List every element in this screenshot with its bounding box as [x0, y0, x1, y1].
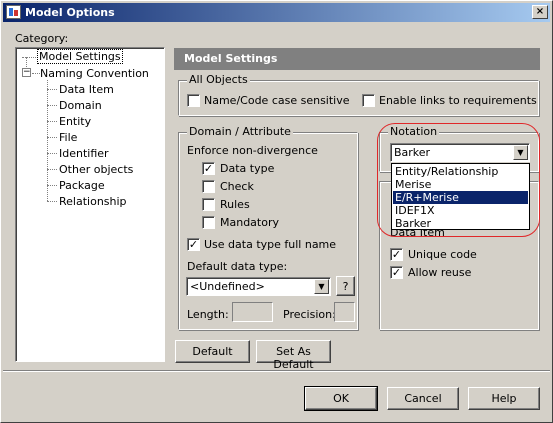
annotation-circle — [377, 123, 540, 237]
enable-links-label: Enable links to requirements — [379, 94, 537, 107]
length-label: Length: — [187, 308, 229, 321]
precision-label: Precision: — [283, 308, 336, 321]
unique-code-label: Unique code — [408, 248, 477, 261]
tree-connector — [22, 57, 36, 58]
length-field[interactable] — [232, 302, 273, 322]
use-full-name-label: Use data type full name — [204, 238, 337, 251]
name-code-case-checkbox[interactable] — [187, 94, 200, 107]
default-data-type-value: <Undefined> — [190, 280, 265, 293]
tree-item-other-objects[interactable]: Other objects — [59, 163, 133, 176]
help-button[interactable]: Help — [468, 387, 540, 410]
mandatory-label: Mandatory — [220, 216, 280, 229]
tree-connector — [47, 121, 57, 122]
chevron-down-icon[interactable]: ▼ — [314, 279, 329, 294]
title-bar: Model Options × — [3, 3, 550, 22]
allow-reuse-label: Allow reuse — [408, 266, 472, 279]
tree-item-relationship[interactable]: Relationship — [59, 195, 127, 208]
category-label: Category: — [15, 32, 69, 45]
enable-links-checkbox[interactable] — [362, 94, 375, 107]
tree-connector — [47, 137, 57, 138]
tree-connector — [47, 89, 57, 90]
tree-item-data-item[interactable]: Data Item — [59, 83, 114, 96]
page-title: Model Settings — [174, 48, 540, 70]
enforce-non-divergence-label: Enforce non-divergence — [187, 144, 318, 157]
allow-reuse-checkbox[interactable]: ✓ — [390, 266, 403, 279]
tree-item-model-settings[interactable]: Model Settings — [37, 49, 123, 64]
tree-item-file[interactable]: File — [59, 131, 77, 144]
unique-code-checkbox[interactable]: ✓ — [390, 248, 403, 261]
default-data-type-select[interactable]: <Undefined> ▼ — [186, 277, 331, 296]
collapse-icon[interactable]: − — [22, 68, 31, 77]
tree-item-domain[interactable]: Domain — [59, 99, 102, 112]
app-icon — [6, 5, 21, 19]
tree-item-identifier[interactable]: Identifier — [59, 147, 109, 160]
model-options-dialog: Model Options × Category: Model Settings… — [0, 0, 553, 423]
precision-field[interactable] — [334, 302, 355, 322]
ok-button[interactable]: OK — [304, 386, 378, 411]
rules-checkbox[interactable] — [202, 198, 215, 211]
tree-connector — [47, 169, 57, 170]
check-checkbox[interactable] — [202, 180, 215, 193]
tree-item-entity[interactable]: Entity — [59, 115, 91, 128]
tree-connector — [32, 73, 40, 74]
default-button[interactable]: Default — [175, 340, 250, 363]
check-label: Check — [220, 180, 254, 193]
cancel-button[interactable]: Cancel — [387, 387, 459, 410]
all-objects-title: All Objects — [187, 73, 250, 86]
use-full-name-checkbox[interactable]: ✓ — [187, 238, 200, 251]
default-data-type-label: Default data type: — [187, 260, 288, 273]
tree-connector — [47, 153, 57, 154]
tree-connector — [47, 185, 57, 186]
set-as-default-button[interactable]: Set As Default — [256, 340, 331, 371]
data-type-checkbox[interactable]: ✓ — [202, 162, 215, 175]
mandatory-checkbox[interactable] — [202, 216, 215, 229]
rules-label: Rules — [220, 198, 250, 211]
tree-item-naming-convention[interactable]: Naming Convention — [40, 67, 149, 80]
tree-connector — [47, 201, 57, 202]
tree-connector — [47, 105, 57, 106]
tree-connector — [47, 80, 48, 201]
category-tree[interactable]: Model Settings − Naming Convention Data … — [15, 47, 165, 362]
divider — [3, 370, 550, 372]
tree-item-package[interactable]: Package — [59, 179, 105, 192]
help-button-small[interactable]: ? — [336, 276, 355, 296]
close-button[interactable]: × — [532, 5, 548, 19]
domain-attribute-title: Domain / Attribute — [187, 125, 293, 138]
window-title: Model Options — [25, 6, 115, 19]
name-code-case-label: Name/Code case sensitive — [204, 94, 350, 107]
data-type-label: Data type — [220, 162, 275, 175]
